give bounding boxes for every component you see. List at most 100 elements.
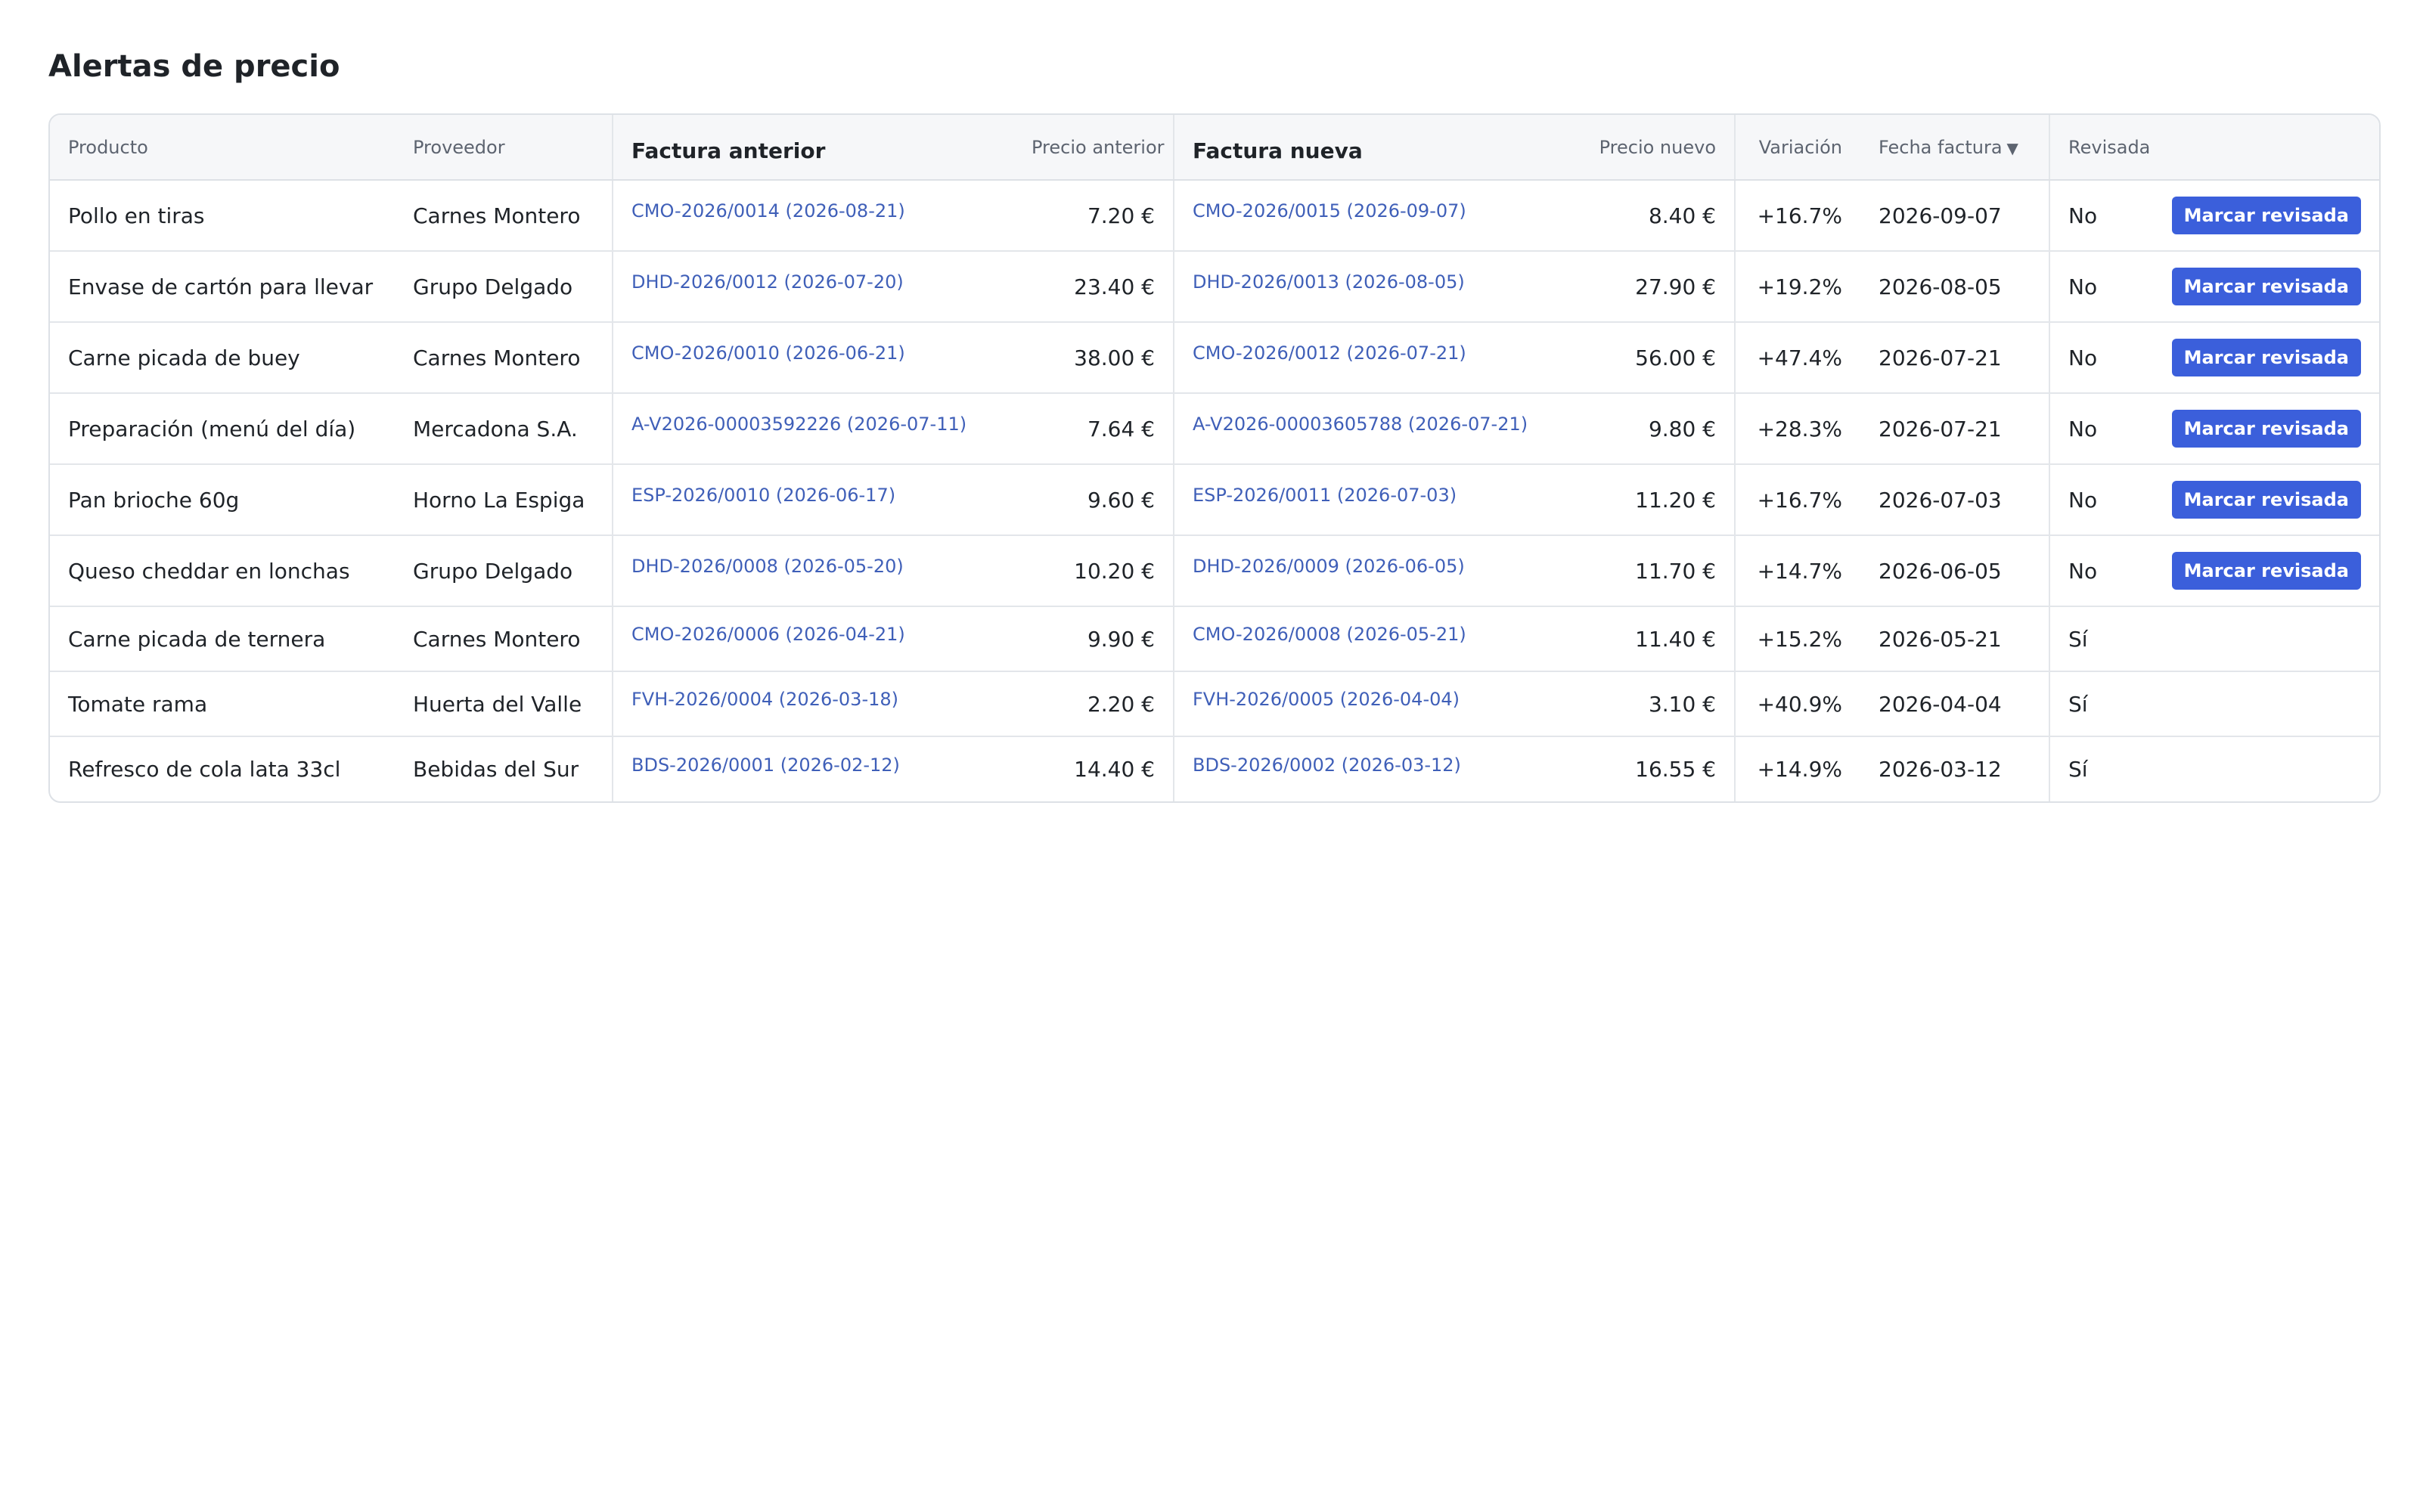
column-header-variacion[interactable]: Variación (1734, 115, 1860, 181)
page-title: Alertas de precio (48, 49, 340, 84)
cell-producto: Carne picada de ternera (68, 626, 326, 652)
factura-nueva-link[interactable]: CMO-2026/0008 (2026-05-21) (1193, 624, 1466, 645)
cell-producto: Pan brioche 60g (68, 487, 240, 513)
table-row: Preparación (menú del día) Mercadona S.A.… (50, 393, 2379, 464)
factura-anterior-link[interactable]: FVH-2026/0004 (2026-03-18) (631, 689, 898, 710)
cell-precio-nuevo: 3.10 € (1648, 691, 1716, 717)
factura-nueva-link[interactable]: ESP-2026/0011 (2026-07-03) (1193, 485, 1457, 506)
cell-variacion: +16.7% (1734, 464, 1860, 535)
cell-precio-anterior: 9.90 € (1087, 626, 1155, 652)
cell-fecha-factura: 2026-06-05 (1879, 558, 2002, 584)
factura-anterior-link[interactable]: CMO-2026/0010 (2026-06-21) (631, 342, 905, 364)
revisada-value: No (2068, 487, 2098, 513)
column-header-precio-nuevo[interactable]: Precio nuevo (1575, 115, 1735, 181)
cell-precio-nuevo: 56.00 € (1635, 345, 1716, 370)
factura-nueva-cell: CMO-2026/0015 (2026-09-07) (1173, 180, 1575, 251)
mark-reviewed-button[interactable]: Marcar revisada (2171, 552, 2361, 590)
factura-nueva-cell: BDS-2026/0002 (2026-03-12) (1173, 736, 1575, 801)
revisada-wrapper: Sí (2068, 627, 2361, 652)
cell-precio-anterior: 14.40 € (1074, 757, 1155, 782)
factura-anterior-cell: ESP-2026/0010 (2026-06-17) (612, 464, 1013, 535)
column-header-factura-anterior[interactable]: Factura anterior (612, 115, 1013, 181)
mark-reviewed-button[interactable]: Marcar revisada (2171, 481, 2361, 519)
revisada-wrapper: No Marcar revisada (2068, 410, 2361, 448)
mark-reviewed-button[interactable]: Marcar revisada (2171, 339, 2361, 376)
revisada-value: Sí (2068, 626, 2088, 652)
table-row: Carne picada de ternera Carnes Montero CMO… (50, 606, 2379, 671)
column-header-revisada[interactable]: Revisada (2049, 115, 2379, 181)
factura-nueva-link[interactable]: CMO-2026/0015 (2026-09-07) (1193, 200, 1466, 222)
factura-anterior-link[interactable]: DHD-2026/0008 (2026-05-20) (631, 556, 904, 577)
mark-reviewed-button[interactable]: Marcar revisada (2171, 197, 2361, 234)
cell-fecha-factura: 2026-05-21 (1879, 626, 2002, 652)
cell-variacion: +15.2% (1734, 606, 1860, 671)
column-header-producto[interactable]: Producto (50, 115, 395, 181)
cell-fecha-factura: 2026-09-07 (1879, 203, 2002, 228)
revisada-wrapper: No Marcar revisada (2068, 552, 2361, 590)
cell-precio-anterior: 7.64 € (1087, 416, 1155, 442)
mark-reviewed-button[interactable]: Marcar revisada (2171, 268, 2361, 305)
cell-precio-anterior: 38.00 € (1074, 345, 1155, 370)
factura-anterior-link[interactable]: A-V2026-00003592226 (2026-07-11) (631, 414, 966, 435)
factura-nueva-link[interactable]: DHD-2026/0009 (2026-06-05) (1193, 556, 1465, 577)
cell-precio-anterior: 23.40 € (1074, 274, 1155, 299)
sort-descending-icon[interactable]: ▼ (2007, 139, 2018, 157)
factura-anterior-link[interactable]: DHD-2026/0012 (2026-07-20) (631, 271, 904, 293)
factura-anterior-cell: CMO-2026/0006 (2026-04-21) (612, 606, 1013, 671)
factura-anterior-link[interactable]: CMO-2026/0014 (2026-08-21) (631, 200, 905, 222)
revisada-wrapper: Sí (2068, 757, 2361, 782)
cell-fecha-factura: 2026-04-04 (1879, 691, 2002, 717)
cell-fecha-factura: 2026-07-21 (1879, 345, 2002, 370)
factura-nueva-link[interactable]: FVH-2026/0005 (2026-04-04) (1193, 689, 1460, 710)
factura-nueva-link[interactable]: DHD-2026/0013 (2026-08-05) (1193, 271, 1465, 293)
cell-fecha-factura: 2026-07-21 (1879, 416, 2002, 442)
cell-precio-anterior: 7.20 € (1087, 203, 1155, 228)
factura-nueva-cell: ESP-2026/0011 (2026-07-03) (1173, 464, 1575, 535)
factura-anterior-link[interactable]: BDS-2026/0001 (2026-02-12) (631, 754, 900, 776)
cell-fecha-factura: 2026-07-03 (1879, 487, 2002, 513)
cell-producto: Queso cheddar en lonchas (68, 558, 350, 584)
cell-proveedor: Carnes Montero (413, 203, 581, 228)
column-header-factura-nueva[interactable]: Factura nueva (1173, 115, 1575, 181)
revisada-value: No (2068, 416, 2098, 442)
factura-anterior-cell: FVH-2026/0004 (2026-03-18) (612, 671, 1013, 736)
table-row: Tomate rama Huerta del Valle FVH-2026/0004… (50, 671, 2379, 736)
mark-reviewed-button[interactable]: Marcar revisada (2171, 410, 2361, 448)
cell-proveedor: Carnes Montero (413, 345, 581, 370)
cell-proveedor: Carnes Montero (413, 626, 581, 652)
cell-precio-anterior: 10.20 € (1074, 558, 1155, 584)
factura-nueva-link[interactable]: A-V2026-00003605788 (2026-07-21) (1193, 414, 1528, 435)
table-header-row: Producto Proveedor Factura anterior Prec… (50, 115, 2379, 181)
revisada-value: No (2068, 345, 2098, 370)
cell-revisada: Sí (2049, 671, 2379, 736)
factura-anterior-link[interactable]: CMO-2026/0006 (2026-04-21) (631, 624, 905, 645)
cell-precio-anterior: 2.20 € (1087, 691, 1155, 717)
factura-anterior-cell: CMO-2026/0014 (2026-08-21) (612, 180, 1013, 251)
revisada-value: No (2068, 558, 2098, 584)
cell-revisada: No Marcar revisada (2049, 393, 2379, 464)
revisada-value: No (2068, 274, 2098, 299)
factura-nueva-link[interactable]: CMO-2026/0012 (2026-07-21) (1193, 342, 1466, 364)
cell-precio-anterior: 9.60 € (1087, 487, 1155, 513)
table-body: Pollo en tiras Carnes Montero CMO-2026/001… (50, 180, 2379, 801)
revisada-wrapper: No Marcar revisada (2068, 197, 2361, 234)
cell-producto: Pollo en tiras (68, 203, 205, 228)
factura-anterior-link[interactable]: ESP-2026/0010 (2026-06-17) (631, 485, 895, 506)
cell-producto: Preparación (menú del día) (68, 416, 356, 442)
revisada-wrapper: No Marcar revisada (2068, 339, 2361, 376)
cell-variacion: +14.9% (1734, 736, 1860, 801)
factura-nueva-link[interactable]: BDS-2026/0002 (2026-03-12) (1193, 754, 1461, 776)
table-row: Refresco de cola lata 33cl Bebidas del Su… (50, 736, 2379, 801)
cell-proveedor: Mercadona S.A. (413, 416, 578, 442)
table-row: Envase de cartón para llevar Grupo Delgad… (50, 251, 2379, 322)
column-header-fecha-factura[interactable]: Fecha factura ▼ (1860, 115, 2049, 181)
cell-proveedor: Grupo Delgado (413, 274, 573, 299)
column-header-precio-anterior[interactable]: Precio anterior (1013, 115, 1174, 181)
factura-anterior-cell: BDS-2026/0001 (2026-02-12) (612, 736, 1013, 801)
revisada-wrapper: No Marcar revisada (2068, 481, 2361, 519)
column-header-proveedor[interactable]: Proveedor (395, 115, 613, 181)
cell-fecha-factura: 2026-08-05 (1879, 274, 2002, 299)
column-header-fecha-factura-label: Fecha factura (1879, 136, 2003, 158)
cell-revisada: No Marcar revisada (2049, 251, 2379, 322)
cell-precio-nuevo: 9.80 € (1648, 416, 1716, 442)
